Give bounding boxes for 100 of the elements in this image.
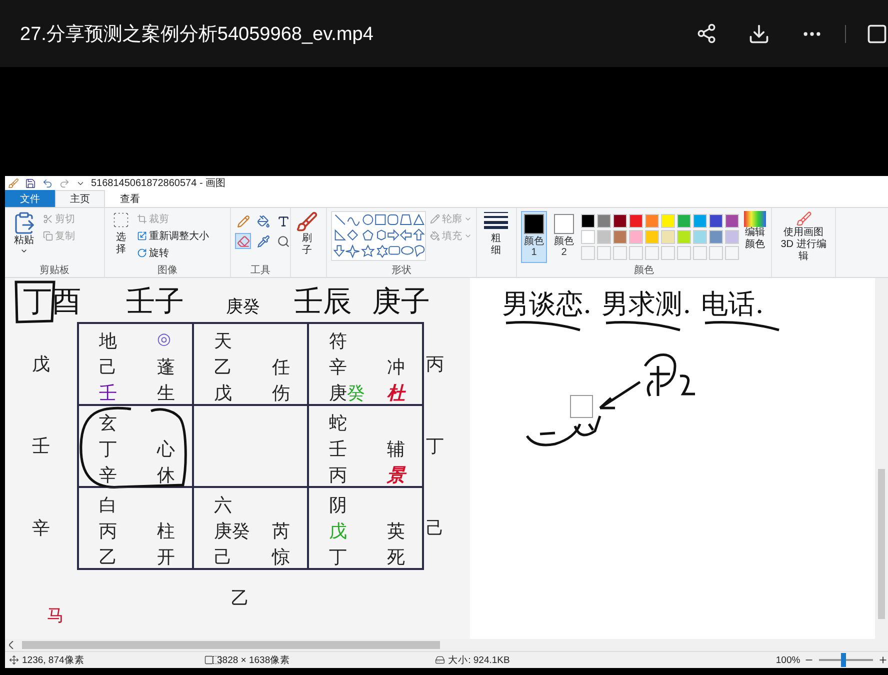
eraser-icon[interactable]	[235, 233, 251, 249]
empty-swatch[interactable]	[645, 246, 659, 260]
paint-app-icon	[8, 178, 19, 188]
color-swatch[interactable]	[581, 214, 595, 228]
color-swatch[interactable]	[597, 230, 611, 244]
cell-text: 死	[387, 546, 406, 569]
cell-text: 杜	[387, 382, 407, 405]
color-swatch[interactable]	[597, 214, 611, 228]
empty-swatch[interactable]	[629, 246, 643, 260]
scrollbar-thumb[interactable]	[22, 641, 440, 649]
cell-text: 戊	[214, 383, 232, 403]
shapes-gallery[interactable]	[331, 211, 426, 261]
color-swatch[interactable]	[613, 214, 627, 228]
brush-icon	[296, 211, 318, 233]
size-button[interactable]: 粗细	[481, 211, 511, 257]
empty-swatch[interactable]	[677, 246, 691, 260]
file-size: 大小: 924.1KB	[448, 654, 510, 666]
color-swatch[interactable]	[661, 214, 675, 228]
cell-text: 冲	[387, 356, 406, 379]
empty-swatch[interactable]	[661, 246, 675, 260]
edit-colors-button[interactable]: 编辑颜色	[743, 211, 767, 251]
color-swatch[interactable]	[645, 214, 659, 228]
empty-swatch[interactable]	[693, 246, 707, 260]
color-swatch[interactable]	[661, 230, 675, 244]
chart-label: 丁	[426, 435, 444, 458]
cell-text: 心	[157, 438, 176, 461]
pencil-icon[interactable]	[235, 213, 251, 229]
group-label: 图像	[156, 264, 178, 277]
magnifier-icon[interactable]	[275, 233, 291, 249]
zoom-slider-thumb[interactable]	[841, 653, 846, 667]
cell-text: 辛	[99, 465, 117, 485]
cell-text: 己	[214, 547, 232, 567]
color-picker-icon[interactable]	[255, 233, 271, 249]
ribbon-tab[interactable]: 主页	[55, 190, 105, 207]
empty-swatch[interactable]	[597, 246, 611, 260]
clipboard-icon	[12, 211, 36, 235]
fill-bucket-icon[interactable]	[255, 213, 271, 229]
group-label: 形状	[390, 264, 412, 277]
cell-text: 丙	[99, 521, 117, 541]
color-swatch[interactable]	[725, 230, 739, 244]
cell-text: 辅	[387, 438, 406, 461]
caret-icon	[20, 247, 28, 255]
cell-text: 戊	[329, 521, 347, 541]
color-swatch[interactable]	[581, 230, 595, 244]
handwritten-text: 丁酉	[23, 282, 126, 322]
cell-text: 惊	[272, 546, 291, 569]
cell-text: 庚癸	[214, 521, 250, 541]
selection-box[interactable]	[570, 395, 593, 418]
color-swatch[interactable]	[629, 214, 643, 228]
empty-swatch[interactable]	[709, 246, 723, 260]
image-dimensions: 3828 × 1638像素	[217, 654, 290, 666]
empty-swatch[interactable]	[725, 246, 739, 260]
handwritten-text: 电话.	[701, 286, 764, 322]
cell-text: 地	[99, 330, 118, 353]
color-swatch[interactable]	[677, 214, 691, 228]
resize-button[interactable]: 重新调整大小	[137, 228, 209, 243]
cell-text: 庚	[329, 383, 347, 403]
cell-text: 丁	[329, 547, 347, 567]
chart-label: 丙	[426, 353, 444, 376]
color-swatch[interactable]	[693, 214, 707, 228]
share-icon[interactable]	[696, 23, 717, 44]
cell-text: 己	[99, 357, 117, 377]
cell-text: 壬	[329, 439, 347, 459]
cell-text: 符	[329, 330, 348, 353]
cell-text: 蓬	[157, 356, 176, 379]
color-swatch[interactable]	[613, 230, 627, 244]
empty-swatch[interactable]	[613, 246, 627, 260]
ribbon-tab[interactable]: 文件	[5, 190, 55, 207]
scrollbar-thumb[interactable]	[878, 469, 885, 619]
color-swatch[interactable]	[725, 214, 739, 228]
download-icon[interactable]	[748, 22, 770, 44]
rotate-icon	[137, 248, 147, 258]
color-swatch[interactable]	[709, 230, 723, 244]
cell-text: 辛	[329, 357, 347, 377]
rotate-button[interactable]: 旋转	[137, 245, 209, 260]
zoom-in-icon[interactable]	[878, 655, 888, 665]
paste-button[interactable]: 粘贴	[9, 211, 39, 255]
cell-text: 开	[157, 546, 176, 569]
cell-text: 生	[157, 382, 176, 405]
cell-text: 伤	[272, 382, 291, 405]
select-button[interactable]: 选择	[109, 211, 133, 256]
undo-icon	[42, 178, 53, 188]
video-title: 27.分享预测之案例分析54059968_ev.mp4	[20, 22, 374, 46]
color-swatch[interactable]	[629, 230, 643, 244]
color-slot[interactable]: 颜色 2	[551, 211, 577, 263]
color-swatch[interactable]	[645, 230, 659, 244]
zoom-level: 100%	[776, 654, 800, 666]
scroll-left-icon[interactable]	[9, 641, 14, 649]
empty-swatch[interactable]	[581, 246, 595, 260]
color-swatch[interactable]	[693, 230, 707, 244]
paint-3d-button[interactable]: 使用画图 3D 进行编辑	[776, 211, 831, 263]
chart-label: 马	[47, 605, 65, 627]
color-swatch[interactable]	[709, 214, 723, 228]
brushes-button[interactable]: 刷子	[295, 211, 319, 257]
color-slot[interactable]: 颜色 1	[521, 211, 547, 263]
chart-label: 戊	[32, 353, 50, 376]
color-swatch[interactable]	[677, 230, 691, 244]
handwritten-text: 男求测.	[602, 286, 692, 322]
window-icon[interactable]	[866, 22, 888, 44]
cell-text: 六	[214, 494, 233, 517]
